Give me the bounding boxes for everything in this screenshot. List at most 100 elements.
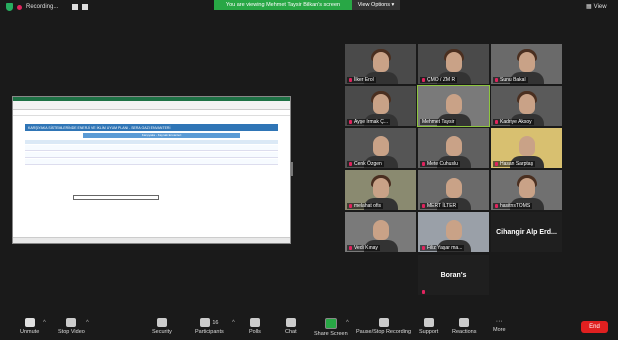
participant-name: ÇMO / ZM R	[420, 77, 458, 83]
participants-icon	[200, 318, 211, 327]
participant-name: Mehmet Taysir	[420, 119, 457, 125]
participant-tile-no-video[interactable]: Cihangir Alp Erd...	[491, 212, 562, 252]
security-shield-icon[interactable]	[6, 3, 13, 11]
participant-name-text: Filiz Yaşar ma...	[427, 245, 463, 251]
participant-tile[interactable]: MERT İLTER	[418, 170, 489, 210]
share-screen-button[interactable]: Share Screen	[314, 318, 348, 337]
participant-tile[interactable]: melahat ofis	[345, 170, 416, 210]
participant-tile[interactable]: Hasan Sarptaş	[491, 128, 562, 168]
reactions-button[interactable]: Reactions	[452, 318, 476, 335]
sheet-row	[25, 145, 278, 151]
muted-mic-icon	[349, 162, 352, 166]
participant-tile[interactable]: hasitnsTOMS	[491, 170, 562, 210]
chevron-up-icon[interactable]: ^	[346, 320, 349, 326]
pause-stop-recording-label: Pause/Stop Recording	[356, 329, 412, 335]
panel-resize-handle[interactable]	[291, 162, 293, 176]
participant-name: Cenk Özgen	[347, 161, 384, 167]
participants-button[interactable]: 16 Participants	[195, 318, 224, 335]
muted-mic-icon	[422, 246, 425, 250]
participant-tile[interactable]: Vedi Kınay	[345, 212, 416, 252]
support-button[interactable]: Support	[419, 318, 438, 335]
sheet-row	[25, 152, 278, 158]
video-face	[372, 52, 389, 72]
security-label: Security	[152, 329, 172, 335]
meeting-toolbar: Unmute ^ Stop Video ^ Security 16 Partic…	[0, 312, 618, 340]
stop-video-label: Stop Video	[58, 329, 85, 335]
stop-video-button[interactable]: Stop Video	[58, 318, 85, 335]
chevron-up-icon[interactable]: ^	[43, 320, 46, 326]
participant-name: Vedi Kınay	[347, 245, 380, 251]
polls-button[interactable]: Polls	[249, 318, 261, 335]
view-label: View	[593, 3, 607, 10]
polls-label: Polls	[249, 329, 261, 335]
participant-name-text: Hasan Sarptaş	[500, 161, 534, 167]
muted-mic-icon	[422, 290, 425, 294]
muted-mic-icon	[495, 120, 498, 124]
end-label: End	[589, 324, 600, 330]
chat-label: Chat	[285, 329, 297, 335]
participant-name: Filiz Yaşar ma...	[420, 245, 465, 251]
chevron-up-icon[interactable]: ^	[86, 320, 89, 326]
share-screen-icon	[324, 318, 337, 329]
sheet-title: KARŞIYAKA SİSTEMLERİNDE ENERJİ VE İKLİM …	[25, 124, 278, 131]
video-face	[518, 52, 535, 72]
recording-dot-icon	[17, 4, 22, 10]
more-dots-icon: ···	[495, 318, 503, 325]
participant-mic-status	[420, 290, 427, 294]
pause-recording-icon[interactable]	[72, 4, 79, 10]
participant-tile[interactable]: Ayşe Irmak Ç...	[345, 86, 416, 126]
chat-button[interactable]: Chat	[285, 318, 297, 335]
participant-tile[interactable]: Sunu Bakal	[491, 44, 562, 84]
video-face	[445, 178, 462, 198]
muted-mic-icon	[495, 204, 498, 208]
support-icon	[423, 318, 434, 327]
unmute-button[interactable]: Unmute	[20, 318, 39, 335]
muted-mic-icon	[422, 162, 425, 166]
video-face	[372, 94, 389, 114]
participant-name-text: Ayşe Irmak Ç...	[354, 119, 389, 125]
video-face	[372, 220, 389, 240]
sheet-row	[25, 159, 278, 165]
video-face	[518, 178, 535, 198]
participant-tile[interactable]: Mete Cuhuslu	[418, 128, 489, 168]
participant-name-large: Boran's	[440, 271, 467, 279]
participant-name: MERT İLTER	[420, 203, 459, 209]
participant-name: Sunu Bakal	[493, 77, 528, 83]
participant-name-text: Mehmet Taysir	[422, 119, 455, 125]
participants-label: Participants	[195, 329, 224, 335]
chevron-up-icon[interactable]: ^	[232, 320, 235, 326]
excel-ribbon	[13, 101, 290, 110]
excel-status-bar	[13, 237, 290, 243]
more-label: More	[493, 327, 506, 333]
more-button[interactable]: ··· More	[493, 318, 506, 333]
participant-tile[interactable]: İlker Erol	[345, 44, 416, 84]
pause-stop-recording-button[interactable]: Pause/Stop Recording	[356, 318, 411, 335]
participant-tile[interactable]: Filiz Yaşar ma...	[418, 212, 489, 252]
chat-icon	[285, 318, 296, 327]
participant-tile-active-speaker[interactable]: Mehmet Taysir	[417, 85, 490, 127]
participant-name: hasitnsTOMS	[493, 203, 533, 209]
security-button[interactable]: Security	[152, 318, 172, 335]
muted-mic-icon	[422, 78, 425, 82]
shield-icon	[156, 318, 167, 327]
viewing-banner: You are viewing Mehmet Taysir Bilkan's s…	[214, 0, 352, 10]
stop-recording-icon[interactable]	[82, 4, 89, 10]
participant-name: Ayşe Irmak Ç...	[347, 119, 391, 125]
muted-mic-icon	[495, 78, 498, 82]
participant-tile-no-video[interactable]: Boran's	[418, 255, 489, 295]
participant-tile[interactable]: Cenk Özgen	[345, 128, 416, 168]
sheet-subtitle: Karşıyaka - Kaynak Envanteri	[83, 133, 240, 138]
video-face	[445, 136, 462, 156]
support-label: Support	[419, 329, 439, 335]
grid-icon: ▦	[586, 4, 592, 10]
unmute-label: Unmute	[20, 329, 40, 335]
participant-tile[interactable]: ÇMO / ZM R	[418, 44, 489, 84]
participant-name-text: Cenk Özgen	[354, 161, 382, 167]
shared-screen[interactable]: KARŞIYAKA SİSTEMLERİNDE ENERJİ VE İKLİM …	[12, 96, 291, 244]
participant-name: Mete Cuhuslu	[420, 161, 460, 167]
end-meeting-button[interactable]: End	[581, 321, 608, 333]
view-button[interactable]: ▦ View	[586, 3, 607, 11]
participant-tile[interactable]: Kadriye Aksoy	[491, 86, 562, 126]
participant-name-text: hasitnsTOMS	[500, 203, 531, 209]
view-options-button[interactable]: View Options ▾	[352, 0, 400, 10]
